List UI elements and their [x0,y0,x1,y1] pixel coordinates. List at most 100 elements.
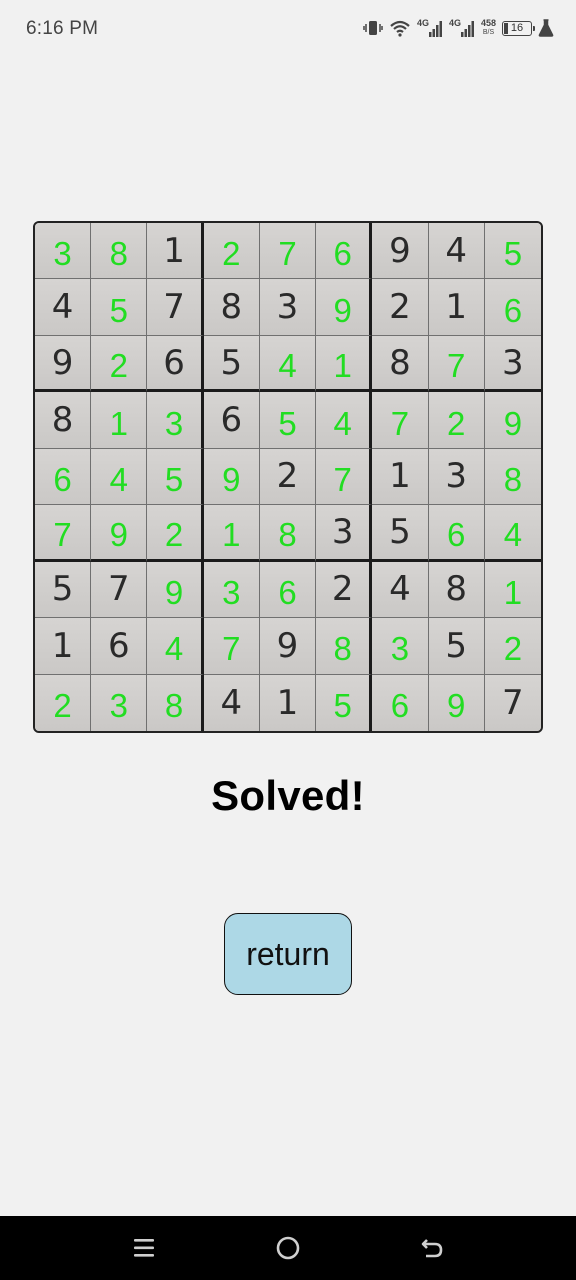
given-digit-cell: 4 [428,223,485,280]
given-digit-cell: 4 [203,674,260,731]
given-digit-cell: 2 [316,561,373,619]
solved-digit-cell: 3 [372,618,429,675]
given-digit-cell: 6 [203,392,260,449]
solved-digit-cell: 1 [316,335,373,393]
solved-digit-cell: 4 [316,392,373,449]
given-digit-cell: 1 [147,223,204,280]
solved-digit-cell: 7 [372,392,429,449]
solved-digit-cell: 4 [91,448,148,506]
given-digit-cell: 7 [484,674,541,731]
given-digit-cell: 7 [91,561,148,619]
solved-digit-cell: 6 [484,279,541,336]
return-button[interactable]: return [224,913,352,995]
given-digit-cell: 3 [428,448,485,506]
solved-digit-cell: 1 [91,392,148,449]
solved-digit-cell: 3 [91,674,148,731]
home-icon[interactable] [270,1230,306,1266]
solved-digit-cell: 1 [203,505,260,562]
status-icons: 4G 4G 458 B/S 16 [363,16,554,40]
given-digit-cell: 5 [203,335,260,393]
solved-digit-cell: 1 [484,561,541,619]
solved-digit-cell: 9 [147,561,204,619]
given-digit-cell: 2 [259,448,317,506]
lab-flask-icon [538,19,554,37]
solved-digit-cell: 8 [316,618,373,675]
given-digit-cell: 1 [259,674,317,731]
solved-digit-cell: 7 [35,505,92,562]
solved-digit-cell: 2 [147,505,204,562]
solved-digit-cell: 5 [147,448,204,506]
solved-digit-cell: 7 [203,618,260,675]
solved-digit-cell: 2 [203,223,260,280]
solved-digit-cell: 7 [259,223,317,280]
solved-digit-cell: 7 [428,335,485,393]
solved-digit-cell: 6 [428,505,485,562]
solved-digit-cell: 5 [259,392,317,449]
solved-digit-cell: 8 [91,223,148,280]
given-digit-cell: 5 [428,618,485,675]
given-digit-cell: 5 [35,561,92,619]
given-digit-cell: 8 [428,561,485,619]
solved-digit-cell: 9 [203,448,260,506]
solved-digit-cell: 4 [147,618,204,675]
solved-digit-cell: 5 [316,674,373,731]
solved-digit-cell: 6 [35,448,92,506]
given-digit-cell: 7 [147,279,204,336]
result-message: Solved! [211,772,365,819]
solved-digit-cell: 8 [147,674,204,731]
menu-icon[interactable] [126,1230,162,1266]
solved-digit-cell: 9 [91,505,148,562]
solved-digit-cell: 3 [147,392,204,449]
solved-digit-cell: 2 [91,335,148,393]
network-speed-unit: B/S [482,29,495,36]
solved-digit-cell: 2 [484,618,541,675]
solved-digit-cell: 4 [259,335,317,393]
status-time: 6:16 PM [26,18,99,39]
solved-digit-cell: 2 [35,674,92,731]
given-digit-cell: 8 [372,335,429,393]
solved-digit-cell: 8 [259,505,317,562]
given-digit-cell: 4 [35,279,92,336]
solved-digit-cell: 3 [203,561,260,619]
status-bar: 6:16 PM 4G 4G 458 B/S 16 [0,0,576,58]
solved-digit-cell: 5 [484,223,541,280]
given-digit-cell: 9 [372,223,429,280]
given-digit-cell: 9 [35,335,92,393]
given-digit-cell: 3 [316,505,373,562]
given-digit-cell: 6 [147,335,204,393]
signal-4g-icon: 4G [417,18,443,38]
solved-digit-cell: 6 [259,561,317,619]
given-digit-cell: 4 [372,561,429,619]
signal-4g-icon: 4G [449,18,475,38]
network-speed-value: 458 [480,18,496,28]
given-digit-cell: 2 [372,279,429,336]
solved-digit-cell: 7 [316,448,373,506]
solved-digit-cell: 9 [484,392,541,449]
given-digit-cell: 9 [259,618,317,675]
vibrate-icon [363,19,383,37]
given-digit-cell: 8 [35,392,92,449]
solved-digit-cell: 2 [428,392,485,449]
solved-digit-cell: 5 [91,279,148,336]
given-digit-cell: 1 [372,448,429,506]
solved-digit-cell: 9 [316,279,373,336]
solved-digit-cell: 6 [316,223,373,280]
given-digit-cell: 8 [203,279,260,336]
wifi-icon [389,19,411,37]
given-digit-cell: 6 [91,618,148,675]
solved-digit-cell: 3 [35,223,92,280]
solved-digit-cell: 8 [484,448,541,506]
given-digit-cell: 1 [35,618,92,675]
network-speed: 458 B/S [481,19,496,37]
svg-text:4G: 4G [417,18,429,28]
given-digit-cell: 3 [484,335,541,393]
solved-digit-cell: 9 [428,674,485,731]
navigation-bar [0,1216,576,1280]
given-digit-cell: 1 [428,279,485,336]
svg-text:4G: 4G [449,18,461,28]
battery-icon: 16 [502,20,535,36]
given-digit-cell: 5 [372,505,429,562]
sudoku-solution-grid: 3812769454578392169265418738136547296459… [33,221,543,733]
back-icon[interactable] [414,1230,450,1266]
solved-digit-cell: 4 [484,505,541,562]
